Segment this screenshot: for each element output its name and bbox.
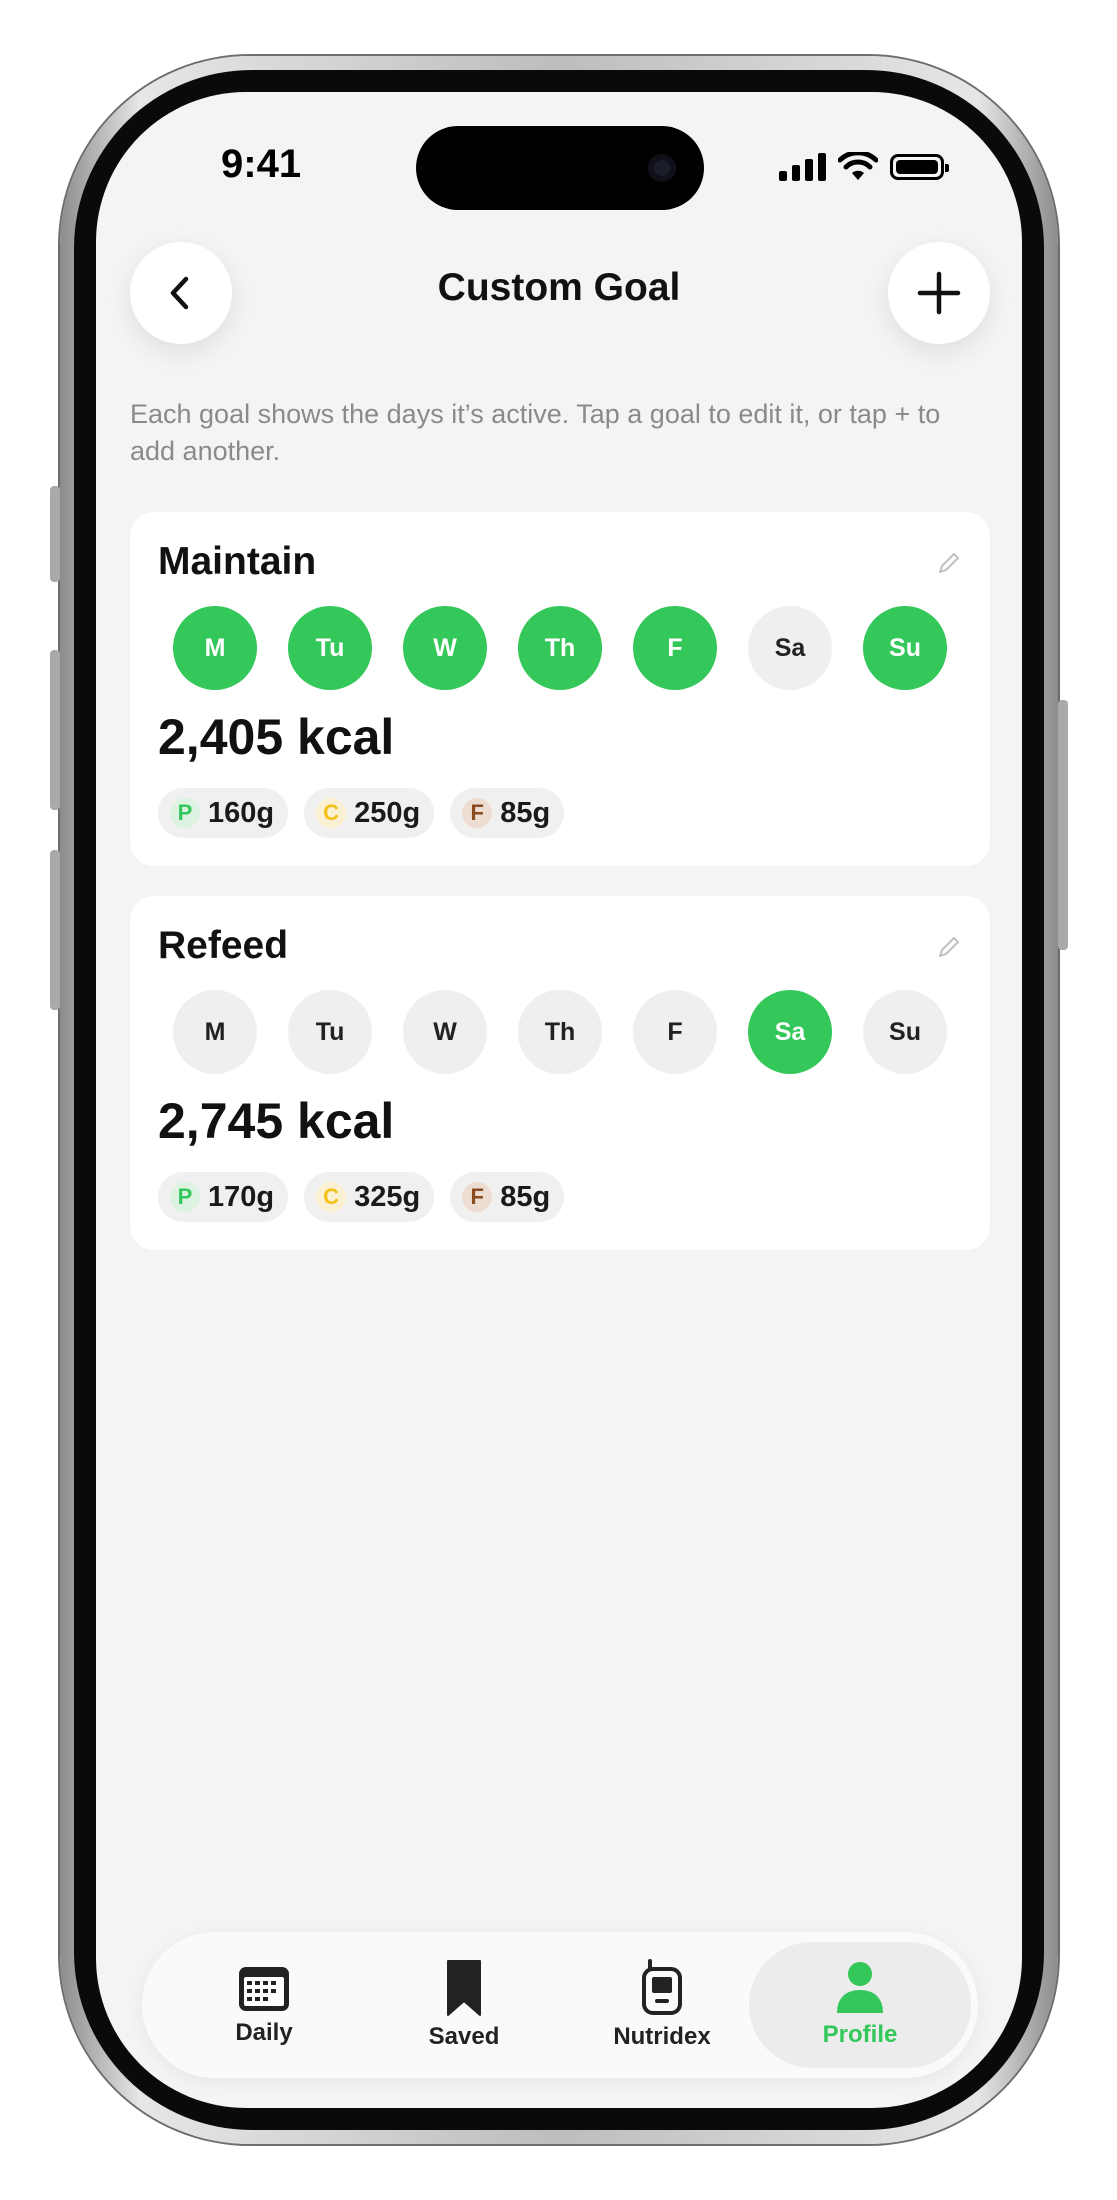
day-sunday[interactable]: Su [863, 990, 947, 1074]
app-screen: 9:41 Custom Goal Each goal shows the day… [96, 92, 1022, 2108]
battery-icon [890, 154, 949, 180]
signal-icon [779, 153, 826, 181]
description-text: Each goal shows the days it’s active. Ta… [130, 399, 941, 466]
person-icon [837, 1962, 883, 2013]
goal-card-refeed[interactable]: Refeed M Tu W Th F Sa Su 2,745 kcal P 17… [130, 896, 990, 1250]
page-title: Custom Goal [437, 266, 681, 309]
goal-calories: 2,405 kcal [158, 709, 395, 765]
calendar-icon [239, 1967, 289, 2011]
day-wednesday[interactable]: W [403, 606, 487, 690]
protein-chip: P 170g [158, 1172, 289, 1222]
day-friday[interactable]: F [633, 606, 717, 690]
day-monday[interactable]: M [173, 990, 257, 1074]
macro-list: P 170g C 325g F 85g [158, 1172, 565, 1222]
tab-label: Profile [822, 2021, 898, 2048]
goal-name: Refeed [158, 924, 289, 967]
add-goal-button[interactable] [888, 242, 990, 344]
day-monday[interactable]: M [173, 606, 257, 690]
wifi-icon [838, 152, 878, 180]
status-icons [779, 152, 949, 182]
carbs-badge: C [316, 1182, 347, 1212]
protein-chip: P 160g [158, 788, 289, 838]
carbs-value: 325g [354, 1180, 421, 1213]
protein-badge: P [170, 798, 200, 828]
fat-chip: F 85g [450, 788, 565, 838]
day-sunday[interactable]: Su [863, 606, 947, 690]
day-tuesday[interactable]: Tu [288, 606, 372, 690]
macro-list: P 160g C 250g F 85g [158, 788, 565, 838]
side-button [50, 486, 60, 582]
day-thursday[interactable]: Th [518, 606, 602, 690]
side-button [50, 650, 60, 810]
tab-bar: Daily Saved Nutridex Profile [142, 1932, 978, 2078]
tab-label: Nutridex [613, 2023, 711, 2050]
day-friday[interactable]: F [633, 990, 717, 1074]
fat-chip: F 85g [450, 1172, 565, 1222]
tab-label: Daily [235, 2019, 293, 2046]
dynamic-island [416, 126, 704, 210]
protein-value: 160g [208, 796, 275, 829]
goal-name: Maintain [158, 540, 317, 583]
bookmark-icon [447, 1960, 481, 2016]
protein-badge: P [170, 1182, 200, 1212]
fat-badge: F [462, 1182, 493, 1212]
plus-icon [917, 271, 961, 315]
day-selector: M Tu W Th F Sa Su [173, 990, 947, 1074]
day-saturday[interactable]: Sa [748, 990, 832, 1074]
camera-lens [648, 154, 676, 182]
carbs-chip: C 325g [304, 1172, 435, 1222]
day-thursday[interactable]: Th [518, 990, 602, 1074]
goal-card-maintain[interactable]: Maintain M Tu W Th F Sa Su 2,405 kcal P … [130, 512, 990, 866]
pencil-icon[interactable] [936, 550, 962, 576]
tab-saved[interactable]: Saved [364, 1942, 564, 2068]
day-tuesday[interactable]: Tu [288, 990, 372, 1074]
pencil-icon[interactable] [936, 934, 962, 960]
carbs-value: 250g [354, 796, 421, 829]
goal-calories: 2,745 kcal [158, 1093, 395, 1149]
day-saturday[interactable]: Sa [748, 606, 832, 690]
tab-label: Saved [428, 2023, 500, 2050]
fat-badge: F [462, 798, 493, 828]
carbs-chip: C 250g [304, 788, 435, 838]
device-icon [642, 1959, 682, 2015]
fat-value: 85g [500, 796, 551, 829]
status-time: 9:41 [221, 142, 302, 186]
tab-daily[interactable]: Daily [164, 1942, 364, 2068]
protein-value: 170g [208, 1180, 275, 1213]
tab-nutridex[interactable]: Nutridex [562, 1942, 762, 2068]
tab-profile[interactable]: Profile [749, 1942, 971, 2068]
carbs-badge: C [316, 798, 347, 828]
fat-value: 85g [500, 1180, 551, 1213]
day-selector: M Tu W Th F Sa Su [173, 606, 947, 690]
side-button [1058, 700, 1068, 950]
day-wednesday[interactable]: W [403, 990, 487, 1074]
side-button [50, 850, 60, 1010]
